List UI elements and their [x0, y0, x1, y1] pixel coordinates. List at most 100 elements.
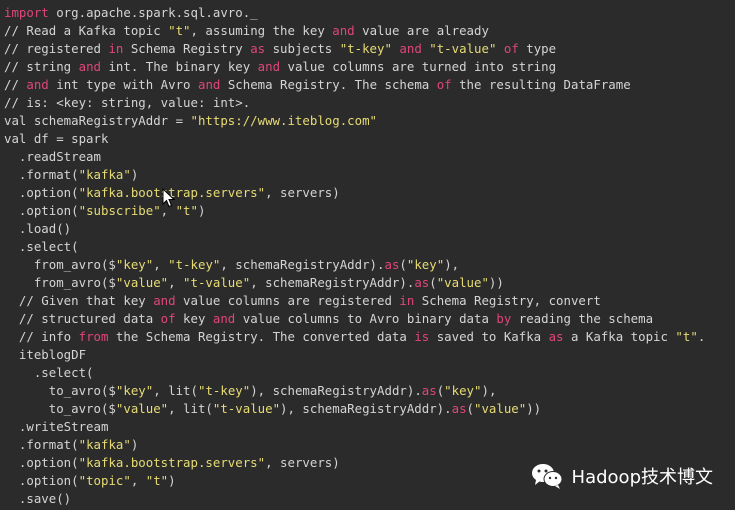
code-token: , — [153, 257, 169, 272]
string-token: "t" — [168, 23, 191, 38]
string-token: "value" — [436, 275, 489, 290]
keyword-token: in — [108, 41, 124, 56]
code-line: .writeStream — [4, 418, 705, 436]
code-token: // — [4, 77, 27, 92]
code-token: reading the schema — [511, 311, 654, 326]
string-token: "kafka.bootstrap.servers" — [78, 455, 266, 470]
code-token: Schema Registry — [123, 41, 251, 56]
code-token: . — [697, 329, 706, 344]
string-token: "kafka" — [78, 437, 131, 452]
code-token: Schema Registry, convert — [414, 293, 601, 308]
code-line: .select( — [4, 238, 705, 256]
code-token: to_avro($ — [4, 401, 116, 416]
string-token: "key" — [115, 257, 154, 272]
code-token: a Kafka topic — [563, 329, 676, 344]
code-line: // Read a Kafka topic "t", assuming the … — [4, 22, 705, 40]
string-token: "subscribe" — [78, 203, 161, 218]
code-line: // and int type with Avro and Schema Reg… — [4, 76, 705, 94]
code-line: // info from the Schema Registry. The co… — [4, 328, 705, 346]
code-token: , — [168, 275, 184, 290]
keyword-token: and — [212, 311, 236, 326]
code-token: ( — [466, 401, 474, 416]
code-token: val schemaRegistryAddr = — [4, 113, 191, 128]
code-token: value columns to Avro binary data — [235, 311, 497, 326]
keyword-token: and — [153, 293, 176, 308]
code-line: val df = spark — [4, 130, 705, 148]
code-token: .format( — [4, 167, 79, 182]
keyword-token: as — [421, 383, 437, 398]
string-token: "topic" — [78, 473, 131, 488]
code-line: // string and int. The binary key and va… — [4, 58, 705, 76]
code-token: the resulting DataFrame — [451, 77, 631, 92]
code-line: to_avro($"key", lit("t-key"), schemaRegi… — [4, 382, 705, 400]
keyword-token: as — [414, 275, 430, 290]
keyword-token: and — [26, 77, 49, 92]
code-token: // info — [4, 329, 79, 344]
keyword-token: in — [399, 293, 415, 308]
code-token: , — [130, 473, 146, 488]
code-token: .select( — [4, 239, 79, 254]
string-token: "t" — [675, 329, 698, 344]
keyword-token: by — [496, 311, 512, 326]
code-token: ), schemaRegistryAddr). — [250, 383, 422, 398]
code-token: ( — [399, 257, 407, 272]
code-token: int type with Avro — [48, 77, 198, 92]
code-token: iteblogDF — [4, 347, 87, 362]
code-token: from_avro($ — [4, 275, 116, 290]
code-token: , schemaRegistryAddr). — [250, 275, 415, 290]
code-token: .option( — [4, 473, 79, 488]
keyword-token: as — [250, 41, 266, 56]
keyword-token: import — [4, 5, 49, 20]
code-line: // structured data of key and value colu… — [4, 310, 705, 328]
code-token: // Read a Kafka topic — [4, 23, 169, 38]
code-token: from_avro($ — [4, 257, 116, 272]
keyword-token: is — [414, 329, 430, 344]
code-block[interactable]: import org.apache.spark.sql.avro._// Rea… — [4, 4, 705, 508]
code-line: // is: <key: string, value: int>. — [4, 94, 705, 112]
code-token: ) — [168, 473, 176, 488]
code-token: )) — [488, 275, 504, 290]
code-token: ) — [197, 203, 206, 218]
keyword-token: and — [197, 77, 221, 92]
code-token: value columns are registered — [175, 293, 400, 308]
code-line: .load() — [4, 220, 705, 238]
code-token: .format( — [4, 437, 79, 452]
watermark: Hadoop技术博文 — [530, 462, 713, 490]
code-line: val schemaRegistryAddr = "https://www.it… — [4, 112, 705, 130]
code-token: value are already — [354, 23, 489, 38]
keyword-token: and — [399, 41, 422, 56]
wechat-icon — [531, 464, 563, 489]
keyword-token: and — [78, 59, 101, 74]
code-token: .option( — [4, 185, 79, 200]
code-token: .save() — [4, 491, 72, 506]
code-token: saved to Kafka — [429, 329, 549, 344]
code-token: the Schema Registry. The converted data — [108, 329, 415, 344]
code-token: // Given that key — [4, 293, 154, 308]
code-line: .save() — [4, 490, 705, 508]
string-token: "t-key" — [197, 383, 251, 398]
code-token: , schemaRegistryAddr). — [220, 257, 385, 272]
code-token: // string — [4, 59, 79, 74]
code-token: ) — [130, 437, 139, 452]
code-token: , lit( — [168, 401, 213, 416]
code-line: .format("kafka") — [4, 166, 705, 184]
string-token: "key" — [444, 383, 482, 398]
code-token: ), schemaRegistryAddr). — [280, 401, 452, 416]
code-token: , assuming the key — [190, 23, 333, 38]
code-line: .option("kafka.bootstrap.servers", serve… — [4, 184, 705, 202]
code-token: .writeStream — [4, 419, 109, 434]
code-token: subjects — [265, 41, 340, 56]
code-line: from_avro($"key", "t-key", schemaRegistr… — [4, 256, 705, 274]
code-token: Schema Registry. The schema — [220, 77, 437, 92]
code-token: val df = spark — [4, 131, 109, 146]
string-token: "t" — [145, 473, 169, 488]
mouse-cursor-icon — [162, 188, 176, 208]
string-token: "value" — [115, 275, 169, 290]
string-token: "https://www.iteblog.com" — [190, 113, 378, 128]
keyword-token: and — [332, 23, 355, 38]
code-token: // is: <key: string, value: int>. — [4, 95, 251, 110]
code-token: , servers) — [265, 455, 340, 470]
code-token: to_avro($ — [4, 383, 116, 398]
code-token: )) — [526, 401, 542, 416]
